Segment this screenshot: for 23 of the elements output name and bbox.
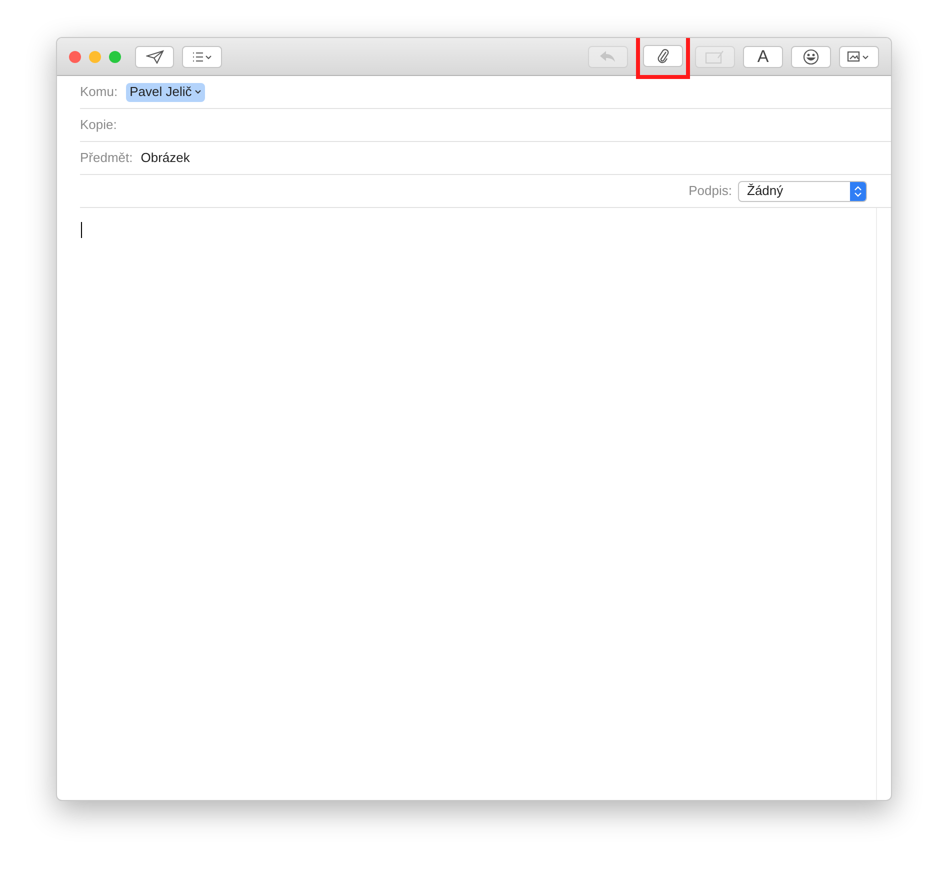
field-label: Předmět:: [80, 149, 133, 168]
smiley-icon: [803, 48, 819, 64]
subject-text[interactable]: Obrázek: [140, 148, 190, 168]
send-button[interactable]: [135, 46, 174, 68]
attach-button[interactable]: [643, 45, 683, 67]
markup-icon: [705, 50, 725, 64]
text-cursor: [81, 222, 82, 238]
reply-arrow-icon: [600, 50, 616, 62]
photo-icon: [847, 50, 871, 62]
caret-icon: [194, 90, 201, 94]
list-icon: [192, 52, 212, 62]
field-label: Kopie:: [80, 116, 117, 134]
field-label: Komu:: [80, 83, 118, 102]
paperclip-icon: [657, 48, 669, 64]
signature-label: Podpis:: [688, 182, 732, 200]
list-button[interactable]: [182, 46, 222, 68]
font-button[interactable]: A: [743, 46, 783, 68]
paper-plane-icon: [146, 50, 164, 64]
photo-button[interactable]: [839, 46, 879, 68]
signature-select[interactable]: Žádný: [738, 180, 867, 202]
stepper-icon: [850, 182, 866, 200]
emoji-button[interactable]: [791, 46, 831, 68]
recipient-token[interactable]: Pavel Jelič: [126, 82, 205, 102]
